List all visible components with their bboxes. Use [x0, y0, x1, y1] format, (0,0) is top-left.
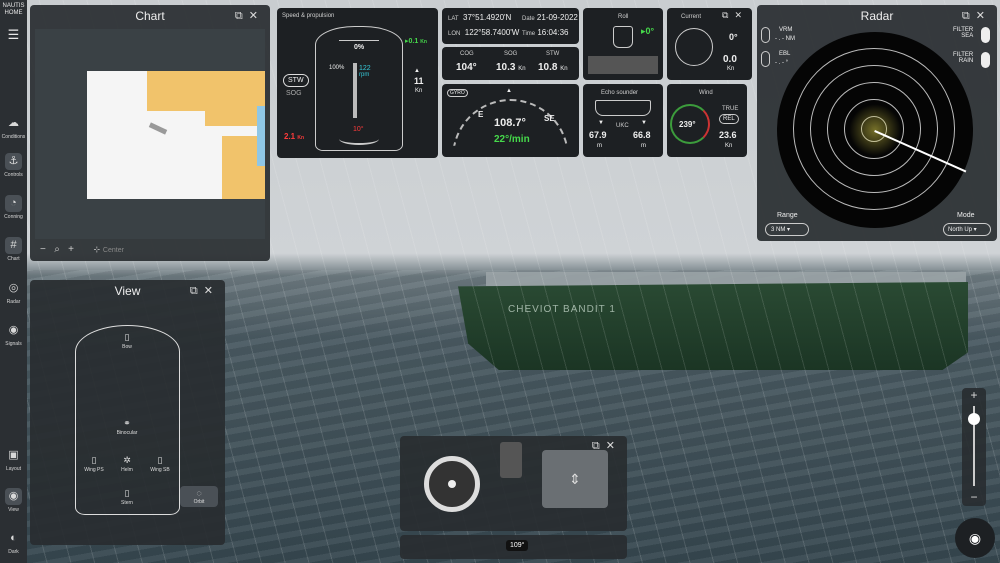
- thruster-control[interactable]: ⇕: [542, 450, 608, 508]
- zoom-handle[interactable]: [968, 413, 980, 425]
- left-rail: NAUTIS HOME ☰ ☁ Conditions ⚓ Controls ◔ Con…: [0, 0, 27, 563]
- search-icon[interactable]: ⌕: [54, 244, 60, 255]
- zoom-in-button[interactable]: +: [68, 244, 74, 255]
- helm-panel: ⧉✕ ⇕: [400, 436, 627, 531]
- speed-propulsion-panel: Speed & propulsion 0% 100% 122 rpm STW S…: [277, 8, 438, 158]
- roll-panel: Roll ▸0°: [583, 8, 663, 80]
- menu-icon[interactable]: ☰: [0, 27, 27, 43]
- heading-indicator-bar: 109°: [400, 535, 627, 559]
- controls-icon: ⚓: [5, 153, 22, 170]
- rail-view[interactable]: ◉ View: [0, 488, 27, 513]
- rudder-arc: [339, 133, 379, 145]
- filter-sea-toggle[interactable]: [981, 27, 990, 43]
- conditions-icon: ☁: [8, 117, 19, 129]
- rail-layout[interactable]: ▣ Layout: [0, 447, 27, 472]
- rail-conditions[interactable]: ☁ Conditions: [0, 115, 27, 140]
- rpm-bar: [353, 63, 357, 118]
- camera-navigation[interactable]: ◉: [955, 518, 995, 558]
- popout-icon[interactable]: ⧉: [722, 10, 734, 20]
- view-binocular[interactable]: ⚭ Binocular: [107, 418, 147, 436]
- rail-signals[interactable]: ◉ Signals: [0, 322, 27, 347]
- radar-icon: ◎: [8, 282, 19, 294]
- orbit-icon: ◌: [196, 488, 202, 498]
- motion-panel: COG SOG STW 104° 10.3 Kn 10.8 Kn: [442, 47, 579, 80]
- view-icon: ◉: [5, 488, 22, 505]
- rel-button[interactable]: REL: [719, 114, 739, 124]
- ebl-toggle[interactable]: [761, 51, 770, 67]
- chart-panel: Chart ⧉✕ − ⌕ + ⊹ Center: [30, 5, 270, 261]
- close-icon[interactable]: ✕: [204, 285, 219, 297]
- view-stern[interactable]: ▯ Stern: [107, 488, 147, 506]
- layout-icon: ▣: [8, 449, 19, 461]
- close-icon[interactable]: ✕: [976, 10, 991, 22]
- mode-select[interactable]: North Up ▾: [943, 223, 991, 236]
- current-compass: [675, 28, 713, 66]
- view-orbit[interactable]: ◌ Orbit: [180, 486, 218, 507]
- radar-panel: Radar ⧉✕ VRM - . - NM EBL - . - ° FILTER…: [757, 5, 997, 241]
- center-label[interactable]: Center: [103, 247, 124, 254]
- close-icon[interactable]: ✕: [249, 10, 264, 22]
- rail-conning[interactable]: ◔ Conning: [0, 195, 27, 220]
- rail-radar[interactable]: ◎ Radar: [0, 280, 27, 305]
- view-bow[interactable]: ▯ Bow: [107, 332, 147, 350]
- popout-icon[interactable]: ⧉: [190, 285, 204, 297]
- eye-icon: ◉: [968, 530, 982, 546]
- close-icon[interactable]: ✕: [734, 10, 748, 20]
- center-icon[interactable]: ⊹: [93, 245, 100, 254]
- current-panel: Current ⧉✕ 0° 0.0 Kn: [667, 8, 752, 80]
- heading-panel: GYRO ▲ E SE 108.7° 22°/min: [442, 84, 579, 157]
- binocular-icon: ⚭: [123, 418, 131, 428]
- echo-sounder-panel: Echo sounder ▼ ▼ UKC 67.9 66.8 m m: [583, 84, 663, 157]
- chart-map[interactable]: [35, 29, 265, 239]
- view-wing-sb[interactable]: ▯ Wing SB: [140, 455, 180, 473]
- camera-icon: ▯: [124, 332, 130, 342]
- chart-canvas: [87, 71, 265, 199]
- view-panel: View ⧉✕ ▯ Bow ⚭ Binocular ▯ Wing PS ✲ Helm ▯…: [30, 280, 225, 545]
- filter-rain-toggle[interactable]: [981, 52, 990, 68]
- camera-icon: ▯: [157, 455, 163, 465]
- ship-name: CHEVIOT BANDIT 1: [508, 304, 616, 315]
- signals-icon: ◉: [8, 324, 19, 336]
- rail-chart[interactable]: # Chart: [0, 237, 27, 262]
- chart-icon: #: [5, 237, 22, 254]
- zoom-slider[interactable]: + −: [962, 388, 986, 506]
- zoom-out-button[interactable]: −: [40, 244, 46, 255]
- close-icon[interactable]: ✕: [606, 440, 621, 452]
- range-select[interactable]: 3 NM ▾: [765, 223, 809, 236]
- stw-button[interactable]: STW: [283, 74, 309, 87]
- camera-icon: ▯: [124, 488, 130, 498]
- popout-icon[interactable]: ⧉: [962, 10, 976, 22]
- rail-controls[interactable]: ⚓ Controls: [0, 153, 27, 178]
- vrm-toggle[interactable]: [761, 27, 770, 43]
- zoom-in-button[interactable]: +: [962, 388, 986, 402]
- conning-icon: ◔: [5, 195, 22, 212]
- ship-hull: [458, 282, 968, 370]
- steering-wheel[interactable]: [424, 456, 480, 512]
- gyro-badge[interactable]: GYRO: [447, 89, 468, 97]
- zoom-out-button[interactable]: −: [962, 490, 986, 504]
- position-panel: LAT 37°51.4920'N Date 21-09-2022 LON 122…: [442, 8, 579, 44]
- throttle-lever[interactable]: [500, 442, 522, 478]
- rail-dark[interactable]: ◐ Dark: [0, 530, 27, 555]
- home-button[interactable]: NAUTIS HOME: [0, 0, 27, 17]
- radar-scope[interactable]: [777, 32, 973, 228]
- popout-icon[interactable]: ⧉: [235, 10, 249, 22]
- dark-icon: ◐: [10, 532, 17, 544]
- wind-panel: Wind 239° TRUE REL 23.6 Kn: [667, 84, 747, 157]
